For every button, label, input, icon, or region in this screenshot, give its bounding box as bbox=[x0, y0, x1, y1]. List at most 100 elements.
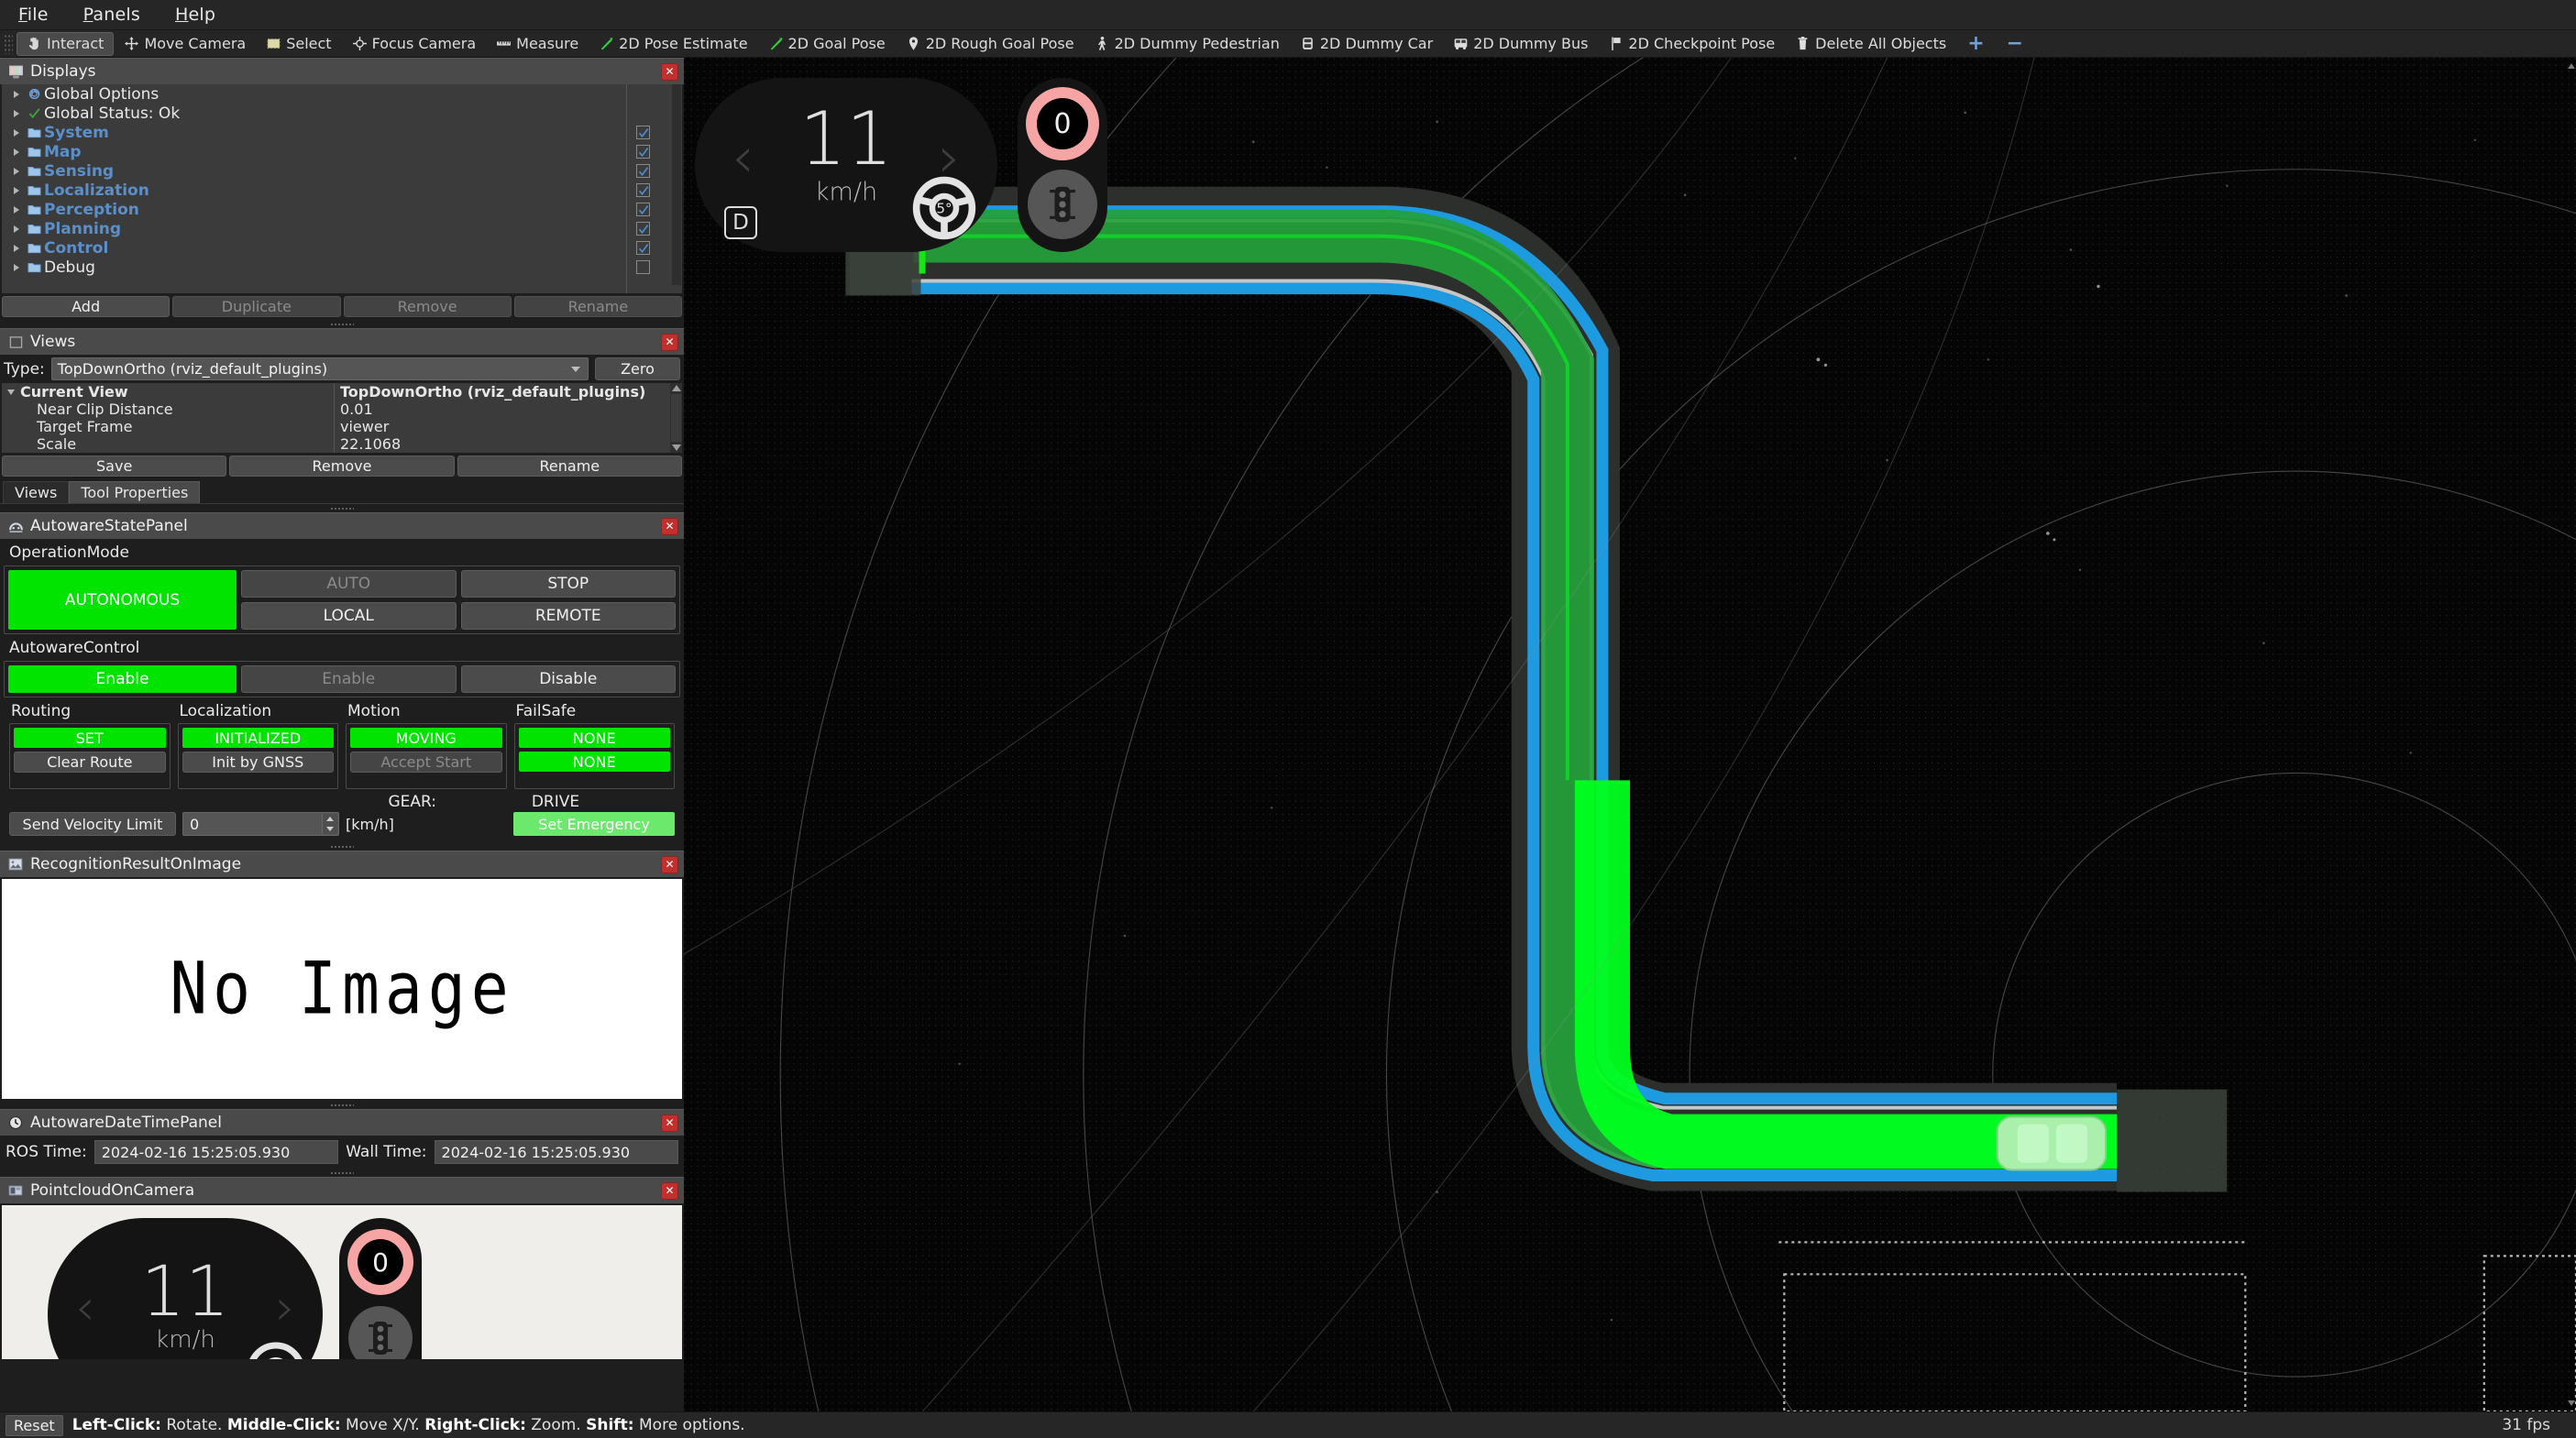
dock-splitter[interactable] bbox=[0, 320, 684, 328]
clear-route-button[interactable]: Clear Route bbox=[14, 752, 166, 773]
rename-display-button[interactable]: Rename bbox=[514, 296, 682, 317]
stepper-up-icon[interactable] bbox=[326, 817, 334, 821]
checkbox-unchecked-icon[interactable] bbox=[636, 260, 650, 274]
tab-views[interactable]: Views bbox=[3, 481, 69, 503]
duplicate-display-button[interactable]: Duplicate bbox=[172, 296, 340, 317]
send-velocity-limit-button[interactable]: Send Velocity Limit bbox=[9, 812, 176, 836]
tool-2d-checkpoint-pose[interactable]: 2D Checkpoint Pose bbox=[1598, 32, 1785, 56]
tool-move-camera[interactable]: Move Camera bbox=[114, 32, 256, 56]
collapse-arrow-icon[interactable] bbox=[2, 390, 20, 395]
accept-start-button[interactable]: Accept Start bbox=[350, 752, 502, 773]
operation-mode-remote-button[interactable]: REMOTE bbox=[461, 602, 677, 630]
velocity-limit-input[interactable]: 0 bbox=[182, 812, 339, 836]
autoware-control-enable-button[interactable]: Enable bbox=[241, 665, 457, 693]
dock-splitter[interactable] bbox=[0, 1169, 684, 1177]
expand-arrow-icon[interactable] bbox=[9, 148, 24, 156]
close-icon[interactable]: ✕ bbox=[661, 518, 678, 535]
expand-arrow-icon[interactable] bbox=[9, 206, 24, 214]
operation-mode-auto-button[interactable]: AUTO bbox=[241, 570, 457, 598]
expand-arrow-icon[interactable] bbox=[9, 187, 24, 194]
tree-item-planning[interactable]: Planning bbox=[2, 219, 626, 238]
remove-tool-button[interactable]: − bbox=[1996, 32, 2034, 55]
checkbox-checked-icon[interactable] bbox=[636, 222, 650, 236]
menu-item-panels[interactable]: Panels bbox=[78, 3, 146, 27]
expand-arrow-icon[interactable] bbox=[9, 245, 24, 252]
stepper-buttons[interactable] bbox=[322, 814, 337, 834]
tree-item-perception[interactable]: Perception bbox=[2, 200, 626, 219]
tool-2d-dummy-bus[interactable]: 2D Dummy Bus bbox=[1443, 32, 1598, 56]
add-tool-button[interactable]: + bbox=[1956, 32, 1995, 55]
tool-interact[interactable]: Interact bbox=[17, 32, 114, 56]
set-emergency-button[interactable]: Set Emergency bbox=[513, 812, 675, 836]
view-property-row[interactable]: Current View bbox=[2, 383, 334, 401]
checkbox-checked-icon[interactable] bbox=[636, 203, 650, 216]
remove-display-button[interactable]: Remove bbox=[344, 296, 512, 317]
tool-select[interactable]: Select bbox=[256, 32, 341, 56]
rename-view-button[interactable]: Rename bbox=[457, 456, 682, 477]
expand-arrow-icon[interactable] bbox=[9, 91, 24, 98]
close-icon[interactable]: ✕ bbox=[661, 1182, 678, 1200]
tool-2d-goal-pose[interactable]: 2D Goal Pose bbox=[758, 32, 896, 56]
scroll-thumb[interactable] bbox=[671, 394, 681, 442]
tool-measure[interactable]: Measure bbox=[486, 32, 589, 56]
autoware-control-disable-button[interactable]: Disable bbox=[461, 665, 677, 693]
tool-focus-camera[interactable]: Focus Camera bbox=[342, 32, 487, 56]
dock-splitter[interactable] bbox=[0, 1101, 684, 1109]
tree-item-global-options[interactable]: Global Options bbox=[2, 84, 626, 104]
expand-arrow-icon[interactable] bbox=[9, 168, 24, 175]
scroll-up-icon[interactable] bbox=[672, 385, 681, 391]
checkbox-checked-icon[interactable] bbox=[636, 241, 650, 255]
init-by-gnss-button[interactable]: Init by GNSS bbox=[182, 752, 335, 773]
toolbar-grip[interactable] bbox=[4, 34, 13, 54]
scroll-up-icon[interactable] bbox=[2568, 63, 2575, 69]
dock-splitter[interactable] bbox=[0, 842, 684, 851]
pointcloud-camera-view[interactable]: ‹ › 11 km/h D 5° bbox=[2, 1205, 682, 1359]
tree-item-debug[interactable]: Debug bbox=[2, 258, 626, 277]
tree-item-global-status[interactable]: Global Status: Ok bbox=[2, 104, 626, 123]
chevron-left-icon[interactable]: ‹ bbox=[732, 124, 754, 191]
tool-2d-dummy-pedestrian[interactable]: 2D Dummy Pedestrian bbox=[1084, 32, 1290, 56]
checkbox-checked-icon[interactable] bbox=[636, 164, 650, 178]
tree-item-sensing[interactable]: Sensing bbox=[2, 161, 626, 181]
zero-button[interactable]: Zero bbox=[595, 357, 680, 380]
close-icon[interactable]: ✕ bbox=[661, 1114, 678, 1132]
stepper-down-icon[interactable] bbox=[326, 827, 334, 831]
view-property-row[interactable]: Scale bbox=[2, 435, 334, 453]
tab-tool-properties[interactable]: Tool Properties bbox=[69, 481, 200, 503]
scroll-down-icon[interactable] bbox=[2568, 1400, 2575, 1406]
expand-arrow-icon[interactable] bbox=[9, 110, 24, 117]
remove-view-button[interactable]: Remove bbox=[229, 456, 454, 477]
tree-item-map[interactable]: Map bbox=[2, 142, 626, 161]
view-properties-scrollbar[interactable] bbox=[670, 383, 682, 453]
view-type-select[interactable]: TopDownOrtho (rviz_default_plugins) bbox=[51, 357, 589, 380]
view-property-value[interactable]: viewer bbox=[335, 418, 682, 435]
render-viewport[interactable]: ‹ › 11 km/h D 5° bbox=[684, 58, 2576, 1411]
close-icon[interactable]: ✕ bbox=[661, 63, 678, 81]
operation-mode-stop-button[interactable]: STOP bbox=[461, 570, 677, 598]
tool-delete-all-objects[interactable]: Delete All Objects bbox=[1785, 32, 1956, 56]
checkbox-checked-icon[interactable] bbox=[636, 126, 650, 139]
tree-item-localization[interactable]: Localization bbox=[2, 181, 626, 200]
expand-arrow-icon[interactable] bbox=[9, 225, 24, 233]
tree-item-system[interactable]: System bbox=[2, 123, 626, 142]
view-property-row[interactable]: Near Clip Distance bbox=[2, 401, 334, 418]
scroll-down-icon[interactable] bbox=[672, 445, 681, 451]
menu-item-help[interactable]: Help bbox=[170, 3, 221, 27]
displays-tree[interactable]: Global Options Global Status: Ok System bbox=[2, 84, 682, 293]
close-icon[interactable]: ✕ bbox=[661, 334, 678, 351]
tree-item-control[interactable]: Control bbox=[2, 238, 626, 258]
save-view-button[interactable]: Save bbox=[2, 456, 226, 477]
viewport-side-handle[interactable] bbox=[2569, 58, 2576, 1411]
view-properties-table[interactable]: Current View Near Clip Distance Target F… bbox=[2, 383, 682, 453]
operation-mode-local-button[interactable]: LOCAL bbox=[241, 602, 457, 630]
checkbox-checked-icon[interactable] bbox=[636, 183, 650, 197]
tool-2d-pose-estimate[interactable]: 2D Pose Estimate bbox=[589, 32, 757, 56]
add-display-button[interactable]: Add bbox=[2, 296, 170, 317]
view-property-value[interactable]: 22.1068 bbox=[335, 435, 682, 453]
tool-2d-rough-goal-pose[interactable]: 2D Rough Goal Pose bbox=[896, 32, 1084, 56]
menu-item-file[interactable]: FFileile bbox=[13, 3, 54, 27]
close-icon[interactable]: ✕ bbox=[661, 856, 678, 873]
view-property-value[interactable]: 0.01 bbox=[335, 401, 682, 418]
dock-splitter[interactable] bbox=[0, 504, 684, 512]
expand-arrow-icon[interactable] bbox=[9, 129, 24, 137]
